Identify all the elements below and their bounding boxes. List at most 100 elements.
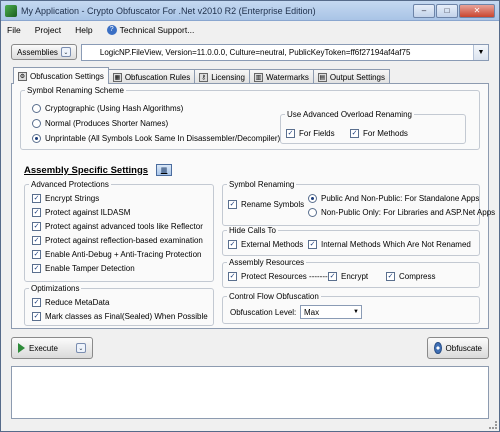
radio-selected[interactable] [308,194,317,203]
tab-label: Watermarks [266,72,309,82]
dropdown-arrow-icon[interactable]: ▼ [473,44,488,60]
hide-internal-methods[interactable]: ✓ Internal Methods Which Are Not Renamed [308,240,471,249]
resources-encrypt[interactable]: ✓ Encrypt [328,272,368,281]
checkbox-label: Internal Methods Which Are Not Renamed [321,240,471,249]
group-title: Hide Calls To [229,226,276,235]
action-bar: Execute ⌄ Obfuscate [11,335,489,361]
checkbox-label: Compress [399,272,436,281]
checkbox[interactable]: ✓ [32,264,41,273]
menu-help[interactable]: Help [75,25,92,35]
overload-for-fields[interactable]: ✓ For Fields [286,129,335,138]
radio[interactable] [308,208,317,217]
checkbox-label: Enable Tamper Detection [45,264,135,273]
obfuscate-label: Obfuscate [445,343,482,353]
tab-output-settings[interactable]: ▤ Output Settings [312,69,390,84]
output-log[interactable] [11,366,489,419]
group-title: Use Advanced Overload Renaming [287,110,412,119]
assembly-select[interactable]: LogicNP.FileView, Version=11.0.0.0, Cult… [80,43,489,61]
menu-project[interactable]: Project [35,25,61,35]
checkbox[interactable]: ✓ [32,250,41,259]
scheme-normal[interactable]: Normal (Produces Shorter Names) [32,119,168,128]
protect-reflection[interactable]: ✓ Protect against reflection-based examin… [32,236,203,245]
checkbox[interactable]: ✓ [32,194,41,203]
select-value: Max [304,307,320,317]
obfuscation-level-label: Obfuscation Level: [230,308,296,317]
checkbox[interactable]: ✓ [350,129,359,138]
checkbox[interactable]: ✓ [32,236,41,245]
key-icon: ⚷ [199,72,209,82]
menu-bar: File Project Help ? Technical Support... [1,21,499,38]
tab-obfuscation-rules[interactable]: ▦ Obfuscation Rules [107,69,196,84]
rename-public-nonpublic[interactable]: Public And Non-Public: For Standalone Ap… [308,194,479,203]
protect-reflector[interactable]: ✓ Protect against advanced tools like Ref… [32,222,203,231]
radio[interactable] [32,104,41,113]
group-title: Optimizations [31,284,80,293]
radio-label: Public And Non-Public: For Standalone Ap… [321,194,480,203]
checkbox[interactable]: ✓ [286,129,295,138]
radio[interactable] [32,119,41,128]
checkbox-label: Protect against ILDASM [45,208,131,217]
checkbox[interactable]: ✓ [228,200,237,209]
radio-label: Cryptographic (Using Hash Algorithms) [45,104,184,113]
chevron-down-icon[interactable]: ⌄ [75,343,86,353]
checkbox[interactable]: ✓ [32,222,41,231]
checkbox[interactable]: ✓ [32,298,41,307]
tab-licensing[interactable]: ⚷ Licensing [194,69,251,84]
resources-compress[interactable]: ✓ Compress [386,272,435,281]
group-title: Control Flow Obfuscation [229,292,319,301]
obfuscation-level-select[interactable]: Max ▼ [300,305,362,319]
checkbox[interactable]: ✓ [328,272,337,281]
gear-icon: ⚙ [18,71,27,81]
close-button[interactable]: ✕ [459,3,495,18]
tamper-detection[interactable]: ✓ Enable Tamper Detection [32,264,135,273]
menu-file[interactable]: File [7,25,21,35]
checkbox-label: Mark classes as Final(Sealed) When Possi… [45,312,208,321]
hide-external-methods[interactable]: ✓ External Methods [228,240,303,249]
protect-resources[interactable]: ✓ Protect Resources -------- [228,272,330,281]
checkbox[interactable]: ✓ [308,240,317,249]
folder-icon: ▤ [317,72,327,82]
checkbox[interactable]: ✓ [228,240,237,249]
tab-label: Licensing [211,72,246,82]
maximize-button[interactable]: □ [436,3,458,18]
assemblies-button[interactable]: Assemblies ⌄ [11,44,77,60]
tab-obfuscation-settings[interactable]: ⚙ Obfuscation Settings [13,67,109,84]
reduce-metadata[interactable]: ✓ Reduce MetaData [32,298,109,307]
minimize-button[interactable]: – [413,3,435,18]
assembly-specific-heading: Assembly Specific Settings ▦ [24,164,173,176]
checkbox-label: Encrypt [341,272,369,281]
rename-nonpublic-only[interactable]: Non-Public Only: For Libraries and ASP.N… [308,208,495,217]
tab-strip: ⚙ Obfuscation Settings ▦ Obfuscation Rul… [13,67,390,84]
checkbox-label: Protect Resources -------- [241,272,331,281]
field-label: Obfuscation Level: [230,308,297,317]
dropdown-arrow-icon: ▼ [353,309,359,315]
encrypt-strings[interactable]: ✓ Encrypt Strings [32,194,99,203]
scheme-cryptographic[interactable]: Cryptographic (Using Hash Algorithms) [32,104,183,113]
protect-ildasm[interactable]: ✓ Protect against ILDASM [32,208,130,217]
radio-selected[interactable] [32,134,41,143]
checkbox[interactable]: ✓ [32,208,41,217]
overload-for-methods[interactable]: ✓ For Methods [350,129,408,138]
app-window: My Application - Crypto Obfuscator For .… [0,0,500,432]
rename-symbols[interactable]: ✓ Rename Symbols [228,200,304,209]
window-title: My Application - Crypto Obfuscator For .… [21,5,316,16]
obfuscate-button[interactable]: Obfuscate [427,337,489,359]
obfuscation-settings-panel: Symbol Renaming Scheme Cryptographic (Us… [11,83,495,329]
checkbox[interactable]: ✓ [386,272,395,281]
settings-grid-icon[interactable]: ▦ [156,164,173,176]
resize-grip[interactable] [489,421,497,429]
checkbox[interactable]: ✓ [228,272,237,281]
tab-watermarks[interactable]: ▥ Watermarks [249,69,314,84]
mark-classes-final[interactable]: ✓ Mark classes as Final(Sealed) When Poss… [32,312,208,321]
execute-button[interactable]: Execute ⌄ [11,337,93,359]
menu-technical-support-label: Technical Support... [119,24,195,35]
anti-debug[interactable]: ✓ Enable Anti-Debug + Anti-Tracing Protec… [32,250,201,259]
radio-label: Unprintable (All Symbols Look Same In Di… [45,134,281,143]
checkbox[interactable]: ✓ [32,312,41,321]
assembly-row: Assemblies ⌄ LogicNP.FileView, Version=1… [11,42,489,62]
menu-technical-support[interactable]: ? Technical Support... [106,24,195,35]
grid-icon: ▦ [112,72,122,82]
checkbox-label: Rename Symbols [241,200,305,209]
title-bar[interactable]: My Application - Crypto Obfuscator For .… [1,1,499,21]
scheme-unprintable[interactable]: Unprintable (All Symbols Look Same In Di… [32,134,280,143]
